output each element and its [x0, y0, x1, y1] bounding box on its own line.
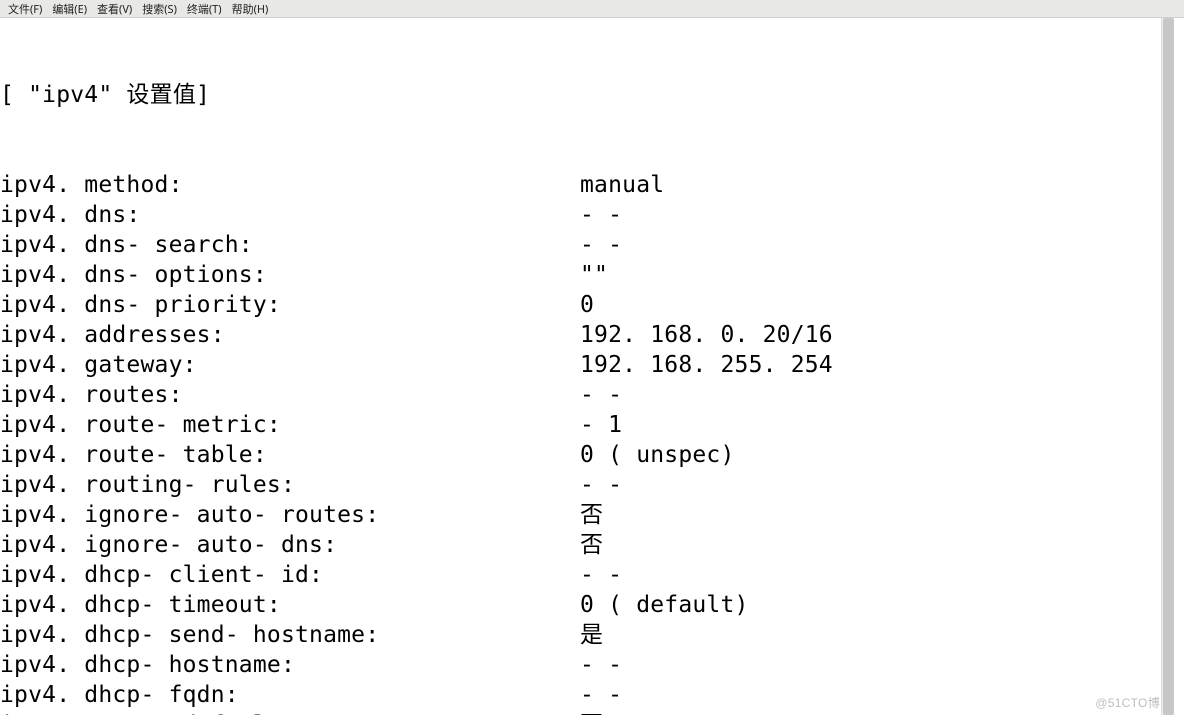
property-key: ipv4. routes: [0, 380, 580, 410]
property-value: 0 ( unspec) [580, 440, 1174, 470]
property-value: 192. 168. 0. 20/16 [580, 320, 1174, 350]
property-row: ipv4. dns- options:"" [0, 260, 1174, 290]
property-row: ipv4. gateway:192. 168. 255. 254 [0, 350, 1174, 380]
menubar: 文件(F) 编辑(E) 查看(V) 搜索(S) 终端(T) 帮助(H) [0, 0, 1184, 18]
property-value: 0 [580, 290, 1174, 320]
menu-help[interactable]: 帮助(H) [230, 1, 271, 17]
property-key: ipv4. route- table: [0, 440, 580, 470]
property-value: - 1 [580, 410, 1174, 440]
property-value: 否 [580, 530, 1174, 560]
property-row: ipv4. addresses:192. 168. 0. 20/16 [0, 320, 1174, 350]
menu-search[interactable]: 搜索(S) [140, 1, 179, 17]
property-row: ipv4. route- metric:- 1 [0, 410, 1174, 440]
property-key: ipv4. ignore- auto- dns: [0, 530, 580, 560]
property-key: ipv4. dhcp- client- id: [0, 560, 580, 590]
menu-file[interactable]: 文件(F) [6, 1, 44, 17]
property-row: ipv4. dhcp- hostname:- - [0, 650, 1174, 680]
property-row: ipv4. dns:- - [0, 200, 1174, 230]
property-key: ipv4. dhcp- timeout: [0, 590, 580, 620]
property-key: ipv4. ignore- auto- routes: [0, 500, 580, 530]
property-key: ipv4. dhcp- send- hostname: [0, 620, 580, 650]
property-key: ipv4. routing- rules: [0, 470, 580, 500]
property-row: ipv4. dns- search:- - [0, 230, 1174, 260]
terminal-content[interactable]: [ "ipv4" 设置值] ipv4. method:manualipv4. d… [0, 18, 1174, 715]
menu-view[interactable]: 查看(V) [95, 1, 134, 17]
property-key: ipv4. dns: [0, 200, 580, 230]
menu-edit[interactable]: 编辑(E) [50, 1, 89, 17]
section-header: [ "ipv4" 设置值] [0, 80, 1174, 110]
property-value: 否 [580, 500, 1174, 530]
property-key: ipv4. dns- search: [0, 230, 580, 260]
property-row: ipv4. dns- priority:0 [0, 290, 1174, 320]
property-value: - - [580, 230, 1174, 260]
menu-terminal[interactable]: 终端(T) [185, 1, 224, 17]
property-row: ipv4. routes:- - [0, 380, 1174, 410]
watermark-text: @51CTO博 [1095, 694, 1160, 711]
property-key: ipv4. never- default: [0, 710, 580, 715]
property-value: "" [580, 260, 1174, 290]
property-row: ipv4. ignore- auto- dns:否 [0, 530, 1174, 560]
terminal-window: [ "ipv4" 设置值] ipv4. method:manualipv4. d… [0, 18, 1184, 715]
property-value: 192. 168. 255. 254 [580, 350, 1174, 380]
scrollbar-track[interactable] [1161, 18, 1174, 715]
property-value: - - [580, 470, 1174, 500]
property-key: ipv4. method: [0, 170, 580, 200]
property-key: ipv4. dhcp- fqdn: [0, 680, 580, 710]
property-key: ipv4. dhcp- hostname: [0, 650, 580, 680]
property-row: ipv4. dhcp- fqdn:- - [0, 680, 1174, 710]
property-row: ipv4. method:manual [0, 170, 1174, 200]
property-value: 是 [580, 620, 1174, 650]
property-row: ipv4. dhcp- timeout:0 ( default) [0, 590, 1174, 620]
property-row: ipv4. never- default:否 [0, 710, 1174, 715]
property-key: ipv4. route- metric: [0, 410, 580, 440]
property-row: ipv4. dhcp- send- hostname:是 [0, 620, 1174, 650]
property-row: ipv4. dhcp- client- id:- - [0, 560, 1174, 590]
property-key: ipv4. dns- options: [0, 260, 580, 290]
property-value: - - [580, 560, 1174, 590]
property-value: - - [580, 680, 1174, 710]
property-value: - - [580, 200, 1174, 230]
property-row: ipv4. route- table:0 ( unspec) [0, 440, 1174, 470]
property-value: 0 ( default) [580, 590, 1174, 620]
property-key: ipv4. gateway: [0, 350, 580, 380]
property-row: ipv4. routing- rules:- - [0, 470, 1174, 500]
property-value: - - [580, 380, 1174, 410]
property-key: ipv4. dns- priority: [0, 290, 580, 320]
property-key: ipv4. addresses: [0, 320, 580, 350]
property-value: manual [580, 170, 1174, 200]
property-row: ipv4. ignore- auto- routes:否 [0, 500, 1174, 530]
property-value: 否 [580, 710, 1174, 715]
property-value: - - [580, 650, 1174, 680]
scrollbar-thumb[interactable] [1163, 18, 1174, 715]
